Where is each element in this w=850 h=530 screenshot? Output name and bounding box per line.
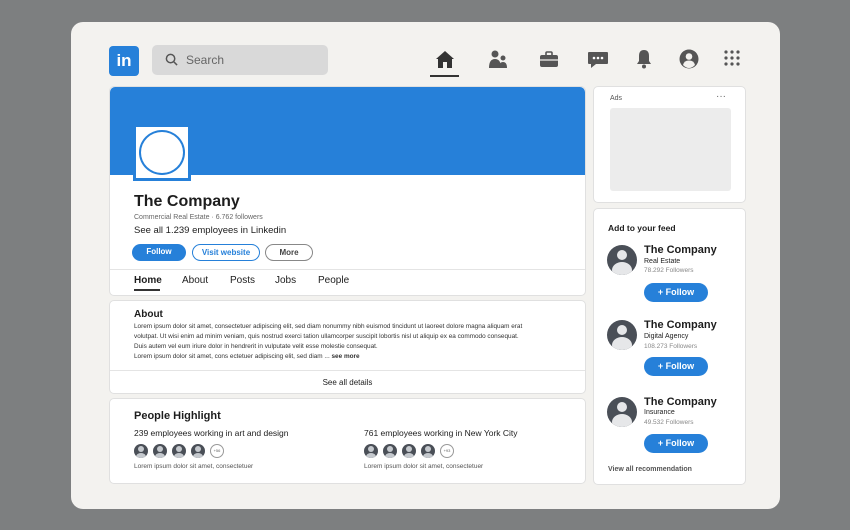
tab-people[interactable]: People xyxy=(318,275,349,286)
about-text-line: Duis autem vel eum iriure dolor in hendr… xyxy=(134,343,378,350)
person-avatar-icon xyxy=(191,444,205,458)
about-text-line: Lorem ipsum dolor sit amet, consectetuer… xyxy=(134,323,523,330)
employees-link[interactable]: See all 1.239 employees in Linkedin xyxy=(134,225,286,236)
ads-label: Ads xyxy=(610,95,623,102)
people-caption: Lorem ipsum dolor sit amet, consectetuer xyxy=(364,463,484,470)
company-logo xyxy=(133,124,191,181)
person-avatar-icon xyxy=(402,444,416,458)
tab-posts[interactable]: Posts xyxy=(230,275,255,286)
search-input[interactable]: Search xyxy=(152,45,328,75)
about-text-line: Lorem ipsum dolor sit amet, cons ectetue… xyxy=(134,353,360,360)
about-title: About xyxy=(134,309,163,320)
company-avatar-icon[interactable] xyxy=(607,320,637,350)
tab-jobs[interactable]: Jobs xyxy=(275,275,296,286)
company-meta: Commercial Real Estate · 6.762 followers xyxy=(134,214,263,221)
linkedin-logo[interactable]: in xyxy=(109,46,139,76)
profile-avatar-icon[interactable] xyxy=(676,48,702,74)
person-avatar-icon xyxy=(383,444,397,458)
more-button[interactable]: More xyxy=(265,244,313,261)
ad-image-placeholder[interactable] xyxy=(610,108,731,191)
follow-button[interactable]: Follow xyxy=(132,244,186,261)
feed-company-category: Real Estate xyxy=(644,258,681,265)
feed-company-name[interactable]: The Company xyxy=(644,244,717,256)
company-name: The Company xyxy=(134,193,240,210)
feed-company-followers: 49.532 Followers xyxy=(644,419,694,426)
feed-company-category: Digital Agency xyxy=(644,333,689,340)
home-active-indicator xyxy=(430,75,459,77)
about-divider xyxy=(110,370,585,371)
add-to-feed-card: Add to your feed The Company Real Estate… xyxy=(593,208,746,485)
visit-website-button[interactable]: Visit website xyxy=(192,244,260,261)
feed-company-followers: 108.273 Followers xyxy=(644,343,698,350)
about-card: About Lorem ipsum dolor sit amet, consec… xyxy=(109,300,586,394)
feed-company-name[interactable]: The Company xyxy=(644,396,717,408)
search-placeholder: Search xyxy=(186,53,225,67)
person-avatar-icon xyxy=(153,444,167,458)
see-more-link[interactable]: see more xyxy=(332,353,360,360)
feed-company-name[interactable]: The Company xyxy=(644,319,717,331)
person-avatar-icon xyxy=(172,444,186,458)
person-avatar-icon xyxy=(134,444,148,458)
jobs-briefcase-icon[interactable] xyxy=(536,48,562,74)
person-avatar-icon xyxy=(421,444,435,458)
tab-home[interactable]: Home xyxy=(134,275,162,286)
company-avatar-icon[interactable] xyxy=(607,397,637,427)
people-group-heading: 761 employees working in New York City xyxy=(364,428,518,438)
ads-menu-icon[interactable]: ··· xyxy=(716,91,726,102)
more-people-count: +56 xyxy=(210,444,224,458)
company-avatar-icon[interactable] xyxy=(607,245,637,275)
search-icon xyxy=(165,53,178,66)
feed-title: Add to your feed xyxy=(608,223,676,233)
tab-divider xyxy=(110,269,585,270)
ads-card: Ads ··· xyxy=(593,86,746,203)
app-window: in Search The Company Commercial Real Es… xyxy=(71,22,780,509)
feed-follow-button[interactable]: + Follow xyxy=(644,434,708,453)
apps-grid-icon[interactable] xyxy=(719,48,745,74)
about-text-excerpt: Lorem ipsum dolor sit amet, cons ectetue… xyxy=(134,353,330,360)
company-profile-card: The Company Commercial Real Estate · 6.7… xyxy=(109,86,586,296)
tab-home-underline xyxy=(134,289,160,291)
view-all-recommendation-link[interactable]: View all recommendation xyxy=(608,466,692,473)
tab-about[interactable]: About xyxy=(182,275,208,286)
messaging-icon[interactable] xyxy=(585,48,611,74)
people-title: People Highlight xyxy=(134,410,221,422)
people-avatars[interactable]: +56 xyxy=(134,444,224,463)
see-all-details-link[interactable]: See all details xyxy=(110,378,585,387)
more-people-count: +93 xyxy=(440,444,454,458)
home-icon[interactable] xyxy=(432,48,458,74)
feed-follow-button[interactable]: + Follow xyxy=(644,283,708,302)
feed-follow-button[interactable]: + Follow xyxy=(644,357,708,376)
feed-company-followers: 78.292 Followers xyxy=(644,267,694,274)
people-caption: Lorem ipsum dolor sit amet, consectetuer xyxy=(134,463,254,470)
about-text-line: volutpat. Ut wisi enim ad minim veniam, … xyxy=(134,333,519,340)
feed-company-category: Insurance xyxy=(644,409,675,416)
network-icon[interactable] xyxy=(485,48,511,74)
people-avatars[interactable]: +93 xyxy=(364,444,454,463)
notifications-bell-icon[interactable] xyxy=(631,48,657,74)
people-highlight-card: People Highlight 239 employees working i… xyxy=(109,398,586,484)
people-group-heading: 239 employees working in art and design xyxy=(134,428,289,438)
person-avatar-icon xyxy=(364,444,378,458)
